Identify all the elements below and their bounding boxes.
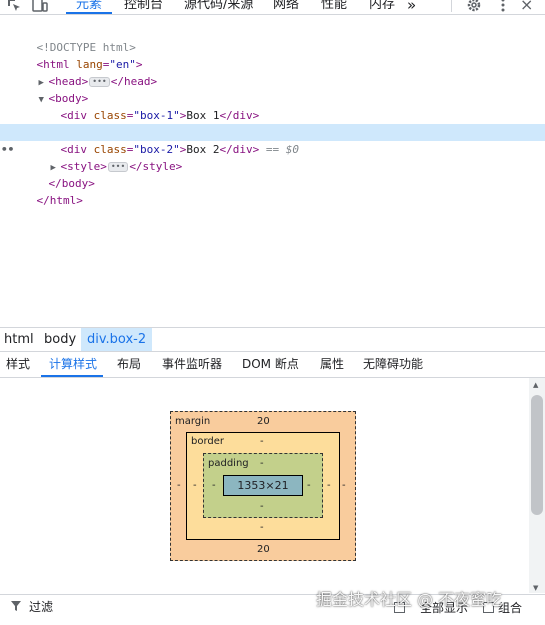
toolbar-divider (451, 0, 452, 12)
active-subtab-indicator (41, 375, 103, 377)
scrollbar-thumb[interactable] (531, 395, 543, 515)
tab-memory[interactable]: 内存 (369, 0, 395, 14)
margin-bottom-value[interactable]: 20 (257, 544, 270, 555)
breadcrumb: html body div.box-2 (0, 327, 545, 352)
padding-right-value[interactable]: - (307, 480, 311, 491)
tab-event-listeners[interactable]: 事件监听器 (162, 351, 222, 377)
padding-top-value[interactable]: - (260, 458, 264, 469)
scroll-down-icon[interactable]: ▼ (533, 584, 538, 592)
padding-label: padding (208, 458, 249, 469)
breadcrumb-div-box-2[interactable]: div.box-2 (81, 328, 153, 351)
border-left-value[interactable]: - (193, 480, 197, 491)
tree-node-div-box-2[interactable]: •• <div class="box-2">Box 2</div> == $0 (0, 124, 545, 156)
border-bottom-value[interactable]: - (260, 522, 264, 533)
active-tab-indicator (66, 12, 112, 14)
margin-label: margin (175, 416, 211, 427)
devtools-toolbar: 元素 控制台 源代码/来源 网络 性能 内存 » × (0, 0, 545, 15)
device-toolbar-icon[interactable] (32, 0, 48, 13)
inspect-element-icon[interactable] (6, 0, 22, 13)
tab-layout[interactable]: 布局 (117, 351, 141, 377)
border-top-value[interactable]: - (260, 436, 264, 447)
filter-input[interactable]: 过滤 (29, 598, 53, 615)
tree-node-style[interactable]: ▶ <style> ••• </style> (0, 141, 545, 173)
breadcrumb-html[interactable]: html (4, 328, 34, 351)
tab-styles[interactable]: 样式 (6, 351, 30, 377)
sidebar-tabs: 样式 计算样式 布局 事件监听器 DOM 断点 属性 无障碍功能 (0, 351, 545, 378)
tree-node-doctype[interactable]: <!DOCTYPE html> (0, 22, 545, 54)
scroll-up-icon[interactable]: ▲ (533, 381, 538, 389)
tree-node-div-box-1[interactable]: <div class="box-1">Box 1</div> (0, 90, 545, 122)
watermark-text: 掘金技术社区 @ 不夜蜜吃 (316, 590, 503, 609)
margin-top-value[interactable]: 20 (257, 416, 270, 427)
tree-node-div-spacer[interactable]: <div class="spacer"></div> (0, 107, 545, 139)
border-right-value[interactable]: - (327, 480, 331, 491)
tab-console[interactable]: 控制台 (124, 0, 163, 14)
box-model-content[interactable]: 1353×21 (223, 475, 303, 496)
tree-node-body[interactable]: ▼ <body> (0, 73, 545, 105)
breadcrumb-body[interactable]: body (44, 328, 76, 351)
computed-list-peek (0, 617, 545, 625)
tree-node-head[interactable]: ▶ <head> ••• </head> (0, 56, 545, 88)
margin-left-value[interactable]: - (177, 480, 181, 491)
tab-accessibility[interactable]: 无障碍功能 (363, 351, 423, 377)
tab-performance[interactable]: 性能 (321, 0, 347, 14)
more-tabs-icon[interactable]: » (407, 0, 416, 14)
filter-icon (11, 601, 21, 611)
tab-network[interactable]: 网络 (273, 0, 299, 14)
tree-node-html-close[interactable]: </html> (0, 175, 545, 207)
tab-dom-breakpoints[interactable]: DOM 断点 (242, 351, 299, 377)
tree-node-html[interactable]: <html lang="en"> (0, 39, 545, 71)
more-options-icon[interactable] (495, 0, 511, 13)
padding-bottom-value[interactable]: - (260, 501, 264, 512)
close-icon[interactable]: × (520, 0, 533, 14)
border-label: border (191, 436, 225, 447)
tab-computed[interactable]: 计算样式 (49, 351, 97, 377)
margin-right-value[interactable]: - (342, 480, 346, 491)
tab-properties[interactable]: 属性 (320, 351, 344, 377)
tab-sources[interactable]: 源代码/来源 (184, 0, 253, 14)
elements-tree: <!DOCTYPE html> <html lang="en"> ▶ <head>… (0, 22, 545, 322)
tree-node-body-close[interactable]: </body> (0, 158, 545, 190)
padding-left-value[interactable]: - (212, 480, 216, 491)
settings-gear-icon[interactable] (466, 0, 482, 13)
